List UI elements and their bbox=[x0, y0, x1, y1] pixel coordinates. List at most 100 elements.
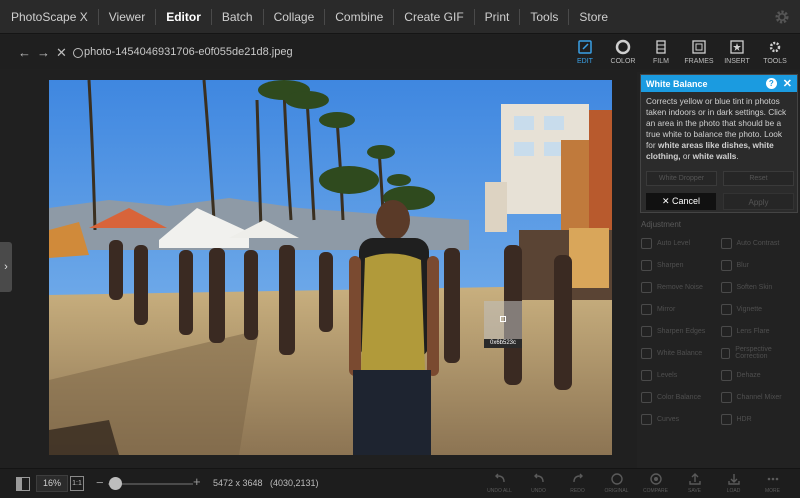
redo-label: REDO bbox=[570, 488, 585, 494]
menu-item-store[interactable]: Store bbox=[568, 8, 618, 25]
adjustment-item[interactable]: HDR bbox=[720, 412, 797, 426]
adjustment-label: Auto Contrast bbox=[736, 239, 780, 247]
tab-color[interactable]: COLOR bbox=[604, 37, 642, 65]
white-balance-options: White Dropper Reset bbox=[646, 171, 794, 186]
insert-icon bbox=[730, 40, 744, 54]
adjustment-item[interactable]: White Balance bbox=[641, 346, 717, 360]
more-icon bbox=[767, 477, 778, 481]
editor-tools-tabs: EDIT COLOR FILM FRAMES INSERT TOOLS bbox=[566, 37, 794, 65]
adjustment-icon bbox=[720, 303, 732, 315]
zoom-out-icon[interactable]: − bbox=[96, 475, 104, 490]
adjustment-icon bbox=[641, 259, 652, 271]
tab-edit[interactable]: EDIT bbox=[566, 37, 604, 65]
gear-icon[interactable] bbox=[774, 9, 790, 25]
menu-item-viewer[interactable]: Viewer bbox=[97, 8, 155, 25]
zoom-slider-knob[interactable] bbox=[109, 477, 122, 490]
close-icon[interactable]: ✕ bbox=[783, 77, 792, 90]
adjustment-item[interactable]: Channel Mixer bbox=[720, 390, 797, 404]
adjustment-label: Vignette bbox=[736, 305, 763, 313]
zoom-level-field[interactable]: 16% bbox=[36, 475, 68, 492]
adjustment-label: Curves bbox=[657, 415, 680, 423]
toggle-panel-icon[interactable] bbox=[16, 477, 30, 491]
tab-insert[interactable]: INSERT bbox=[718, 37, 756, 65]
adjustment-item[interactable]: Color Balance bbox=[641, 390, 717, 404]
tab-tools-label: TOOLS bbox=[763, 58, 787, 65]
tab-color-label: COLOR bbox=[610, 58, 636, 65]
menu-item-batch[interactable]: Batch bbox=[210, 8, 263, 25]
load-icon bbox=[727, 474, 740, 485]
undo-button[interactable]: UNDO bbox=[519, 471, 558, 494]
menu-item-combine[interactable]: Combine bbox=[324, 8, 393, 25]
adjustment-icon bbox=[720, 369, 732, 381]
original-button[interactable]: ORIGINAL bbox=[597, 471, 636, 494]
adjustment-item[interactable]: Blur bbox=[720, 258, 797, 272]
adjustment-icon bbox=[720, 391, 732, 403]
adjustment-item[interactable]: Auto Level bbox=[641, 236, 717, 250]
adjustment-icon bbox=[641, 325, 652, 337]
menu-item-tools[interactable]: Tools bbox=[519, 8, 568, 25]
undo-label: UNDO bbox=[531, 488, 546, 494]
save-button[interactable]: SAVE bbox=[675, 471, 714, 494]
tab-tools[interactable]: TOOLS bbox=[756, 37, 794, 65]
adjustment-item[interactable]: Remove Noise bbox=[641, 280, 717, 294]
cursor-coordinates: (4030,2131) bbox=[270, 478, 319, 488]
expand-left-panel-handle[interactable]: › bbox=[0, 242, 12, 292]
actual-size-button[interactable]: 1:1 bbox=[70, 476, 84, 491]
adjustment-item[interactable]: Levels bbox=[641, 368, 717, 382]
undo-all-button[interactable]: UNDO ALL bbox=[480, 471, 519, 494]
adjustment-item[interactable]: Mirror bbox=[641, 302, 717, 316]
redo-button[interactable]: REDO bbox=[558, 471, 597, 494]
description-text-3: . bbox=[736, 151, 739, 161]
adjustment-icon bbox=[641, 281, 652, 293]
menu-item-app[interactable]: PhotoScape X bbox=[0, 9, 98, 25]
editor-toolbar: ← → ✕ photo-1454046931706-e0f055de21d8.j… bbox=[0, 35, 800, 69]
adjustment-item[interactable]: Dehaze bbox=[720, 368, 797, 382]
cancel-button[interactable]: ✕ Cancel bbox=[646, 193, 716, 210]
tab-film[interactable]: FILM bbox=[642, 37, 680, 65]
original-label: ORIGINAL bbox=[604, 488, 629, 494]
back-arrow-icon[interactable]: ← bbox=[18, 45, 31, 61]
menu-item-editor[interactable]: Editor bbox=[155, 8, 211, 25]
tab-frames-label: FRAMES bbox=[684, 58, 714, 65]
adjustment-item[interactable]: Auto Contrast bbox=[720, 236, 797, 250]
help-icon[interactable]: ? bbox=[765, 78, 777, 89]
folder-icon[interactable] bbox=[72, 48, 83, 58]
description-text-2: or bbox=[680, 151, 693, 161]
bottom-actions: UNDO ALL UNDO REDO ORIGINAL COMPARE SAVE bbox=[480, 471, 792, 494]
tools-icon bbox=[769, 41, 781, 53]
adjustment-item[interactable]: Vignette bbox=[720, 302, 797, 316]
photo-canvas[interactable] bbox=[49, 80, 612, 455]
tab-frames[interactable]: FRAMES bbox=[680, 37, 718, 65]
white-dropper-button[interactable]: White Dropper bbox=[646, 171, 717, 186]
redo-icon bbox=[572, 473, 583, 483]
more-label: MORE bbox=[765, 488, 780, 494]
undo-icon bbox=[533, 473, 544, 483]
menu-item-create-gif[interactable]: Create GIF bbox=[393, 8, 473, 25]
adjustment-item[interactable]: Lens Flare bbox=[720, 324, 797, 338]
tab-film-label: FILM bbox=[653, 58, 669, 65]
menu-item-collage[interactable]: Collage bbox=[262, 8, 325, 25]
close-file-icon[interactable]: ✕ bbox=[56, 45, 67, 61]
adjustment-label: White Balance bbox=[657, 349, 703, 357]
forward-arrow-icon[interactable]: → bbox=[37, 45, 50, 61]
adjustment-item[interactable]: Curves bbox=[641, 412, 717, 426]
apply-button[interactable]: Apply bbox=[723, 193, 794, 210]
adjustment-item[interactable]: Perspective Correction bbox=[720, 346, 797, 360]
more-button[interactable]: MORE bbox=[753, 471, 792, 494]
bottom-status-bar: 16% 1:1 − + 5472 x 3648 (4030,2131) UNDO… bbox=[0, 468, 800, 498]
reset-button[interactable]: Reset bbox=[723, 171, 794, 186]
load-button[interactable]: LOAD bbox=[714, 471, 753, 494]
adjustment-section-header: Adjustment bbox=[641, 220, 682, 229]
zoom-in-icon[interactable]: + bbox=[193, 474, 201, 489]
adjustment-item[interactable]: Soften Skin bbox=[720, 280, 797, 294]
menu-item-print[interactable]: Print bbox=[473, 8, 520, 25]
adjustment-label: Auto Level bbox=[657, 239, 691, 247]
adjustment-item[interactable]: Sharpen bbox=[641, 258, 717, 272]
image-dimensions: 5472 x 3648 bbox=[213, 478, 263, 488]
compare-button[interactable]: COMPARE bbox=[636, 471, 675, 494]
original-icon bbox=[610, 473, 623, 485]
navigation-controls: ← → ✕ bbox=[18, 45, 83, 61]
top-menu-bar: PhotoScape X Viewer Editor Batch Collage… bbox=[0, 0, 800, 34]
adjustment-item[interactable]: Sharpen Edges bbox=[641, 324, 717, 338]
adjustment-icon bbox=[641, 347, 652, 359]
